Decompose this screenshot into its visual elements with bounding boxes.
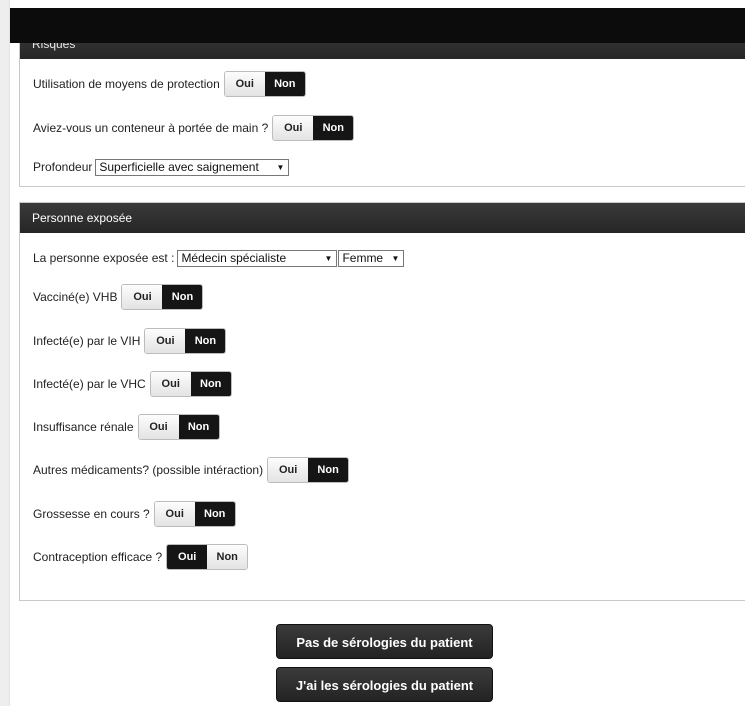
vih-non-button[interactable]: Non [185,329,226,353]
sexe-select[interactable]: Femme ▼ [338,249,405,267]
vhb-oui-button[interactable]: Oui [122,285,163,309]
chevron-down-icon: ▼ [324,253,333,263]
profondeur-select[interactable]: Superficielle avec saignement ▼ [95,158,290,176]
vih-label: Infecté(e) par le VIH [33,334,141,348]
conteneur-oui-button[interactable]: Oui [273,116,314,140]
vih-row: Infecté(e) par le VIH Oui Non [33,328,227,354]
risques-panel: Risques Utilisation de moyens de protect… [19,28,745,187]
conteneur-label: Aviez-vous un conteneur à portée de main… [33,121,269,135]
vhb-row: Vacciné(e) VHB Oui Non [33,284,204,310]
medicaments-label: Autres médicaments? (possible intéractio… [33,463,264,477]
protection-label: Utilisation de moyens de protection [33,77,220,91]
protection-row: Utilisation de moyens de protection Oui … [33,71,306,97]
vhb-non-button[interactable]: Non [162,285,203,309]
personne-panel-header: Personne exposée [20,203,745,233]
conteneur-non-button[interactable]: Non [313,116,354,140]
personne-est-row: La personne exposée est : Médecin spécia… [33,245,405,271]
conteneur-row: Aviez-vous un conteneur à portée de main… [33,115,355,141]
grossesse-row: Grossesse en cours ? Oui Non [33,501,236,527]
vhb-toggle[interactable]: Oui Non [121,284,204,310]
renale-non-button[interactable]: Non [178,415,219,439]
vhb-label: Vacciné(e) VHB [33,290,118,304]
no-serology-button[interactable]: Pas de sérologies du patient [276,624,493,659]
contraception-label: Contraception efficace ? [33,550,163,564]
page: Risques Utilisation de moyens de protect… [0,0,745,706]
profession-select[interactable]: Médecin spécialiste ▼ [177,249,338,267]
vih-oui-button[interactable]: Oui [145,329,186,353]
grossesse-toggle[interactable]: Oui Non [153,501,236,527]
top-bar [10,8,745,43]
vih-toggle[interactable]: Oui Non [144,328,227,354]
contraception-non-button[interactable]: Non [207,545,248,569]
vhc-row: Infecté(e) par le VHC Oui Non [33,371,232,397]
profondeur-row: Profondeur Superficielle avec saignement… [33,154,290,180]
renale-oui-button[interactable]: Oui [138,415,179,439]
medicaments-row: Autres médicaments? (possible intéractio… [33,457,350,483]
protection-oui-button[interactable]: Oui [224,72,265,96]
chevron-down-icon: ▼ [391,253,400,263]
profondeur-value: Superficielle avec saignement [99,160,259,174]
protection-non-button[interactable]: Non [264,72,305,96]
renale-row: Insuffisance rénale Oui Non [33,414,220,440]
profession-value: Médecin spécialiste [181,251,287,265]
profondeur-label: Profondeur [33,160,93,174]
renale-label: Insuffisance rénale [33,420,134,434]
contraception-oui-button[interactable]: Oui [167,545,208,569]
left-rail [0,0,10,706]
vhc-oui-button[interactable]: Oui [150,372,191,396]
protection-toggle[interactable]: Oui Non [223,71,306,97]
grossesse-non-button[interactable]: Non [194,502,235,526]
vhc-label: Infecté(e) par le VHC [33,377,146,391]
grossesse-label: Grossesse en cours ? [33,507,150,521]
personne-est-label: La personne exposée est : [33,251,175,265]
medicaments-toggle[interactable]: Oui Non [267,457,350,483]
grossesse-oui-button[interactable]: Oui [154,502,195,526]
personne-panel: Personne exposée La personne exposée est… [19,202,745,601]
chevron-down-icon: ▼ [276,162,285,172]
vhc-non-button[interactable]: Non [190,372,231,396]
has-serology-button[interactable]: J'ai les sérologies du patient [276,667,493,702]
contraception-toggle[interactable]: Oui Non [166,544,249,570]
vhc-toggle[interactable]: Oui Non [149,371,232,397]
medicaments-non-button[interactable]: Non [308,458,349,482]
sexe-value: Femme [342,251,384,265]
conteneur-toggle[interactable]: Oui Non [272,115,355,141]
renale-toggle[interactable]: Oui Non [137,414,220,440]
contraception-row: Contraception efficace ? Oui Non [33,544,249,570]
medicaments-oui-button[interactable]: Oui [268,458,309,482]
